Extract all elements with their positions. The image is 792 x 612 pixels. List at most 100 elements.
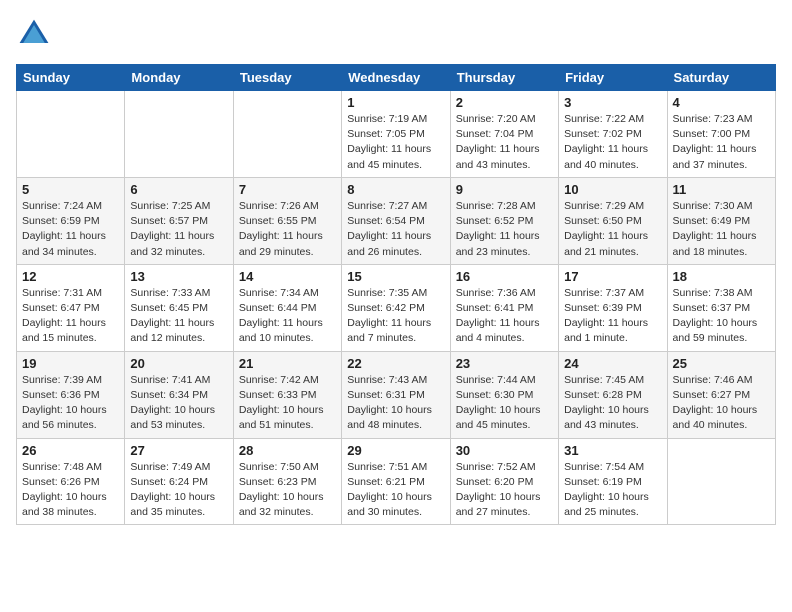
day-info: Sunrise: 7:36 AM Sunset: 6:41 PM Dayligh… xyxy=(456,286,553,347)
day-number: 16 xyxy=(456,269,553,284)
day-info: Sunrise: 7:35 AM Sunset: 6:42 PM Dayligh… xyxy=(347,286,444,347)
day-info: Sunrise: 7:46 AM Sunset: 6:27 PM Dayligh… xyxy=(673,373,770,434)
calendar-cell: 21 Sunrise: 7:42 AM Sunset: 6:33 PM Dayli… xyxy=(233,351,341,438)
logo xyxy=(16,16,56,52)
day-number: 11 xyxy=(673,182,770,197)
day-number: 24 xyxy=(564,356,661,371)
day-info: Sunrise: 7:50 AM Sunset: 6:23 PM Dayligh… xyxy=(239,460,336,521)
calendar-cell: 22 Sunrise: 7:43 AM Sunset: 6:31 PM Dayli… xyxy=(342,351,450,438)
calendar-cell: 26 Sunrise: 7:48 AM Sunset: 6:26 PM Dayli… xyxy=(17,438,125,525)
calendar-header-monday: Monday xyxy=(125,65,233,91)
day-info: Sunrise: 7:51 AM Sunset: 6:21 PM Dayligh… xyxy=(347,460,444,521)
calendar-cell: 8Sunrise: 7:27 AM Sunset: 6:54 PM Daylig… xyxy=(342,177,450,264)
calendar-header-saturday: Saturday xyxy=(667,65,775,91)
day-info: Sunrise: 7:24 AM Sunset: 6:59 PM Dayligh… xyxy=(22,199,119,260)
day-info: Sunrise: 7:30 AM Sunset: 6:49 PM Dayligh… xyxy=(673,199,770,260)
day-info: Sunrise: 7:33 AM Sunset: 6:45 PM Dayligh… xyxy=(130,286,227,347)
day-info: Sunrise: 7:19 AM Sunset: 7:05 PM Dayligh… xyxy=(347,112,444,173)
day-number: 5 xyxy=(22,182,119,197)
day-info: Sunrise: 7:26 AM Sunset: 6:55 PM Dayligh… xyxy=(239,199,336,260)
day-info: Sunrise: 7:41 AM Sunset: 6:34 PM Dayligh… xyxy=(130,373,227,434)
day-info: Sunrise: 7:31 AM Sunset: 6:47 PM Dayligh… xyxy=(22,286,119,347)
calendar-cell: 13 Sunrise: 7:33 AM Sunset: 6:45 PM Dayli… xyxy=(125,264,233,351)
calendar-week-1: 1 Sunrise: 7:19 AM Sunset: 7:05 PM Daylig… xyxy=(17,91,776,178)
calendar-cell xyxy=(667,438,775,525)
day-number: 1 xyxy=(347,95,444,110)
calendar-header-wednesday: Wednesday xyxy=(342,65,450,91)
calendar-week-4: 19 Sunrise: 7:39 AM Sunset: 6:36 PM Dayli… xyxy=(17,351,776,438)
calendar-header-sunday: Sunday xyxy=(17,65,125,91)
calendar-header-tuesday: Tuesday xyxy=(233,65,341,91)
day-number: 25 xyxy=(673,356,770,371)
day-number: 18 xyxy=(673,269,770,284)
day-number: 6 xyxy=(130,182,227,197)
day-info: Sunrise: 7:25 AM Sunset: 6:57 PM Dayligh… xyxy=(130,199,227,260)
day-number: 31 xyxy=(564,443,661,458)
calendar-cell: 23 Sunrise: 7:44 AM Sunset: 6:30 PM Dayli… xyxy=(450,351,558,438)
day-number: 12 xyxy=(22,269,119,284)
day-number: 29 xyxy=(347,443,444,458)
calendar-cell xyxy=(125,91,233,178)
day-info: Sunrise: 7:52 AM Sunset: 6:20 PM Dayligh… xyxy=(456,460,553,521)
page-header xyxy=(16,16,776,52)
day-number: 23 xyxy=(456,356,553,371)
day-info: Sunrise: 7:28 AM Sunset: 6:52 PM Dayligh… xyxy=(456,199,553,260)
calendar-cell: 7Sunrise: 7:26 AM Sunset: 6:55 PM Daylig… xyxy=(233,177,341,264)
calendar-header-row: SundayMondayTuesdayWednesdayThursdayFrid… xyxy=(17,65,776,91)
calendar-cell: 31Sunrise: 7:54 AM Sunset: 6:19 PM Dayli… xyxy=(559,438,667,525)
day-info: Sunrise: 7:49 AM Sunset: 6:24 PM Dayligh… xyxy=(130,460,227,521)
day-number: 27 xyxy=(130,443,227,458)
day-info: Sunrise: 7:48 AM Sunset: 6:26 PM Dayligh… xyxy=(22,460,119,521)
calendar-cell: 12 Sunrise: 7:31 AM Sunset: 6:47 PM Dayli… xyxy=(17,264,125,351)
calendar-cell: 28 Sunrise: 7:50 AM Sunset: 6:23 PM Dayli… xyxy=(233,438,341,525)
day-number: 14 xyxy=(239,269,336,284)
day-number: 19 xyxy=(22,356,119,371)
day-info: Sunrise: 7:42 AM Sunset: 6:33 PM Dayligh… xyxy=(239,373,336,434)
calendar-cell: 19 Sunrise: 7:39 AM Sunset: 6:36 PM Dayli… xyxy=(17,351,125,438)
calendar-cell: 9 Sunrise: 7:28 AM Sunset: 6:52 PM Daylig… xyxy=(450,177,558,264)
day-info: Sunrise: 7:44 AM Sunset: 6:30 PM Dayligh… xyxy=(456,373,553,434)
calendar-cell: 5 Sunrise: 7:24 AM Sunset: 6:59 PM Daylig… xyxy=(17,177,125,264)
calendar-cell: 25 Sunrise: 7:46 AM Sunset: 6:27 PM Dayli… xyxy=(667,351,775,438)
calendar-cell: 4 Sunrise: 7:23 AM Sunset: 7:00 PM Daylig… xyxy=(667,91,775,178)
day-number: 26 xyxy=(22,443,119,458)
day-number: 3 xyxy=(564,95,661,110)
day-number: 15 xyxy=(347,269,444,284)
day-number: 28 xyxy=(239,443,336,458)
calendar-cell: 20Sunrise: 7:41 AM Sunset: 6:34 PM Dayli… xyxy=(125,351,233,438)
day-number: 21 xyxy=(239,356,336,371)
day-number: 13 xyxy=(130,269,227,284)
day-number: 22 xyxy=(347,356,444,371)
calendar-cell: 17Sunrise: 7:37 AM Sunset: 6:39 PM Dayli… xyxy=(559,264,667,351)
day-number: 30 xyxy=(456,443,553,458)
calendar-cell: 1 Sunrise: 7:19 AM Sunset: 7:05 PM Daylig… xyxy=(342,91,450,178)
calendar-cell xyxy=(233,91,341,178)
calendar-cell: 15 Sunrise: 7:35 AM Sunset: 6:42 PM Dayli… xyxy=(342,264,450,351)
day-info: Sunrise: 7:38 AM Sunset: 6:37 PM Dayligh… xyxy=(673,286,770,347)
day-number: 17 xyxy=(564,269,661,284)
calendar-cell: 11 Sunrise: 7:30 AM Sunset: 6:49 PM Dayli… xyxy=(667,177,775,264)
day-info: Sunrise: 7:23 AM Sunset: 7:00 PM Dayligh… xyxy=(673,112,770,173)
calendar-week-5: 26 Sunrise: 7:48 AM Sunset: 6:26 PM Dayli… xyxy=(17,438,776,525)
logo-icon xyxy=(16,16,52,52)
day-info: Sunrise: 7:39 AM Sunset: 6:36 PM Dayligh… xyxy=(22,373,119,434)
calendar-cell xyxy=(17,91,125,178)
day-info: Sunrise: 7:43 AM Sunset: 6:31 PM Dayligh… xyxy=(347,373,444,434)
day-number: 8 xyxy=(347,182,444,197)
calendar-cell: 3Sunrise: 7:22 AM Sunset: 7:02 PM Daylig… xyxy=(559,91,667,178)
calendar-cell: 18 Sunrise: 7:38 AM Sunset: 6:37 PM Dayli… xyxy=(667,264,775,351)
calendar-cell: 30 Sunrise: 7:52 AM Sunset: 6:20 PM Dayli… xyxy=(450,438,558,525)
calendar-cell: 27 Sunrise: 7:49 AM Sunset: 6:24 PM Dayli… xyxy=(125,438,233,525)
calendar-cell: 6 Sunrise: 7:25 AM Sunset: 6:57 PM Daylig… xyxy=(125,177,233,264)
day-number: 4 xyxy=(673,95,770,110)
calendar-cell: 29 Sunrise: 7:51 AM Sunset: 6:21 PM Dayli… xyxy=(342,438,450,525)
calendar-header-friday: Friday xyxy=(559,65,667,91)
day-number: 10 xyxy=(564,182,661,197)
calendar-header-thursday: Thursday xyxy=(450,65,558,91)
calendar-cell: 10Sunrise: 7:29 AM Sunset: 6:50 PM Dayli… xyxy=(559,177,667,264)
calendar-cell: 2Sunrise: 7:20 AM Sunset: 7:04 PM Daylig… xyxy=(450,91,558,178)
day-number: 2 xyxy=(456,95,553,110)
day-info: Sunrise: 7:34 AM Sunset: 6:44 PM Dayligh… xyxy=(239,286,336,347)
calendar-week-2: 5 Sunrise: 7:24 AM Sunset: 6:59 PM Daylig… xyxy=(17,177,776,264)
day-number: 9 xyxy=(456,182,553,197)
